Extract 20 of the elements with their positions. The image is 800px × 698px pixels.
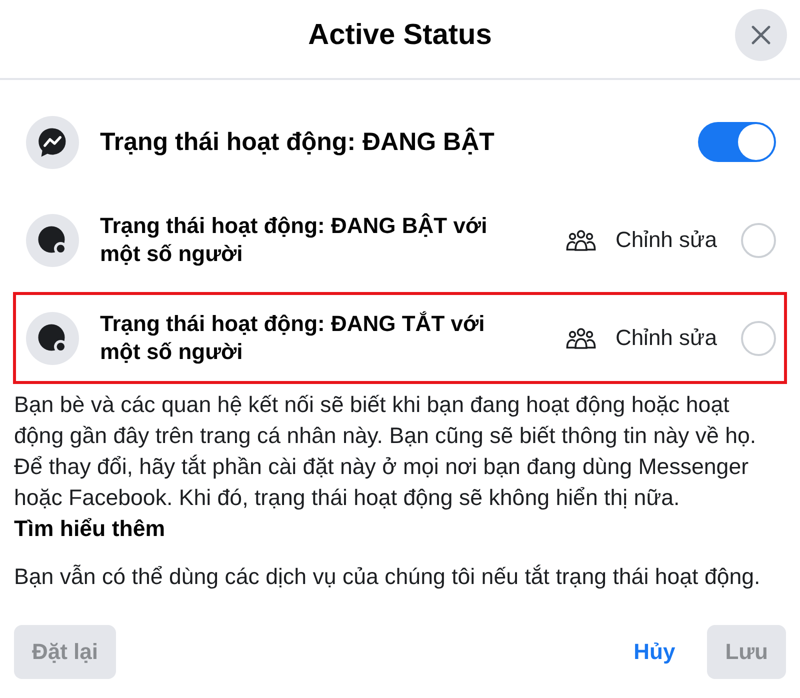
- option-label: Trạng thái hoạt động: ĐANG BẬT với một số người: [100, 212, 488, 268]
- close-icon: [751, 25, 771, 45]
- chat-bubble-icon: [26, 116, 79, 168]
- edit-button[interactable]: Chỉnh sửa: [566, 227, 717, 253]
- toggle-switch[interactable]: [698, 122, 776, 162]
- cancel-button[interactable]: Hủy: [618, 625, 692, 679]
- dialog-title: Active Status: [308, 18, 492, 52]
- people-icon: [566, 230, 596, 250]
- edit-button[interactable]: Chỉnh sửa: [566, 325, 717, 351]
- learn-more-link[interactable]: Tìm hiểu thêm: [14, 516, 166, 541]
- description-text: Bạn bè và các quan hệ kết nối sẽ biết khi bạn đang hoạt động hoặc hoạt động gần đây trên trang cá nhân này. Bạn cũng sẽ biết thông tin này về họ. Để thay đổi, hãy tắt phần cài đặt này ở mọi nơi bạn đang dùng Messenger hoặc Facebook. Khi đó, trạng thái hoạt động sẽ không hiển thị nữa. Tìm hiểu thêm: [14, 391, 758, 543]
- note-text: Bạn vẫn có thể dùng các dịch vụ của chúng tôi nếu tắt trạng thái hoạt động.: [14, 563, 762, 591]
- radio-button[interactable]: [741, 222, 776, 258]
- option-label: Trạng thái hoạt động: ĐANG BẬT: [100, 128, 496, 156]
- people-icon: [566, 328, 596, 348]
- close-button[interactable]: [735, 9, 787, 61]
- option-label: Trạng thái hoạt động: ĐANG TẮT với một số người: [100, 310, 486, 366]
- radio-button[interactable]: [741, 320, 776, 356]
- status-dot-icon: [26, 214, 79, 266]
- status-dot-icon: [26, 312, 79, 364]
